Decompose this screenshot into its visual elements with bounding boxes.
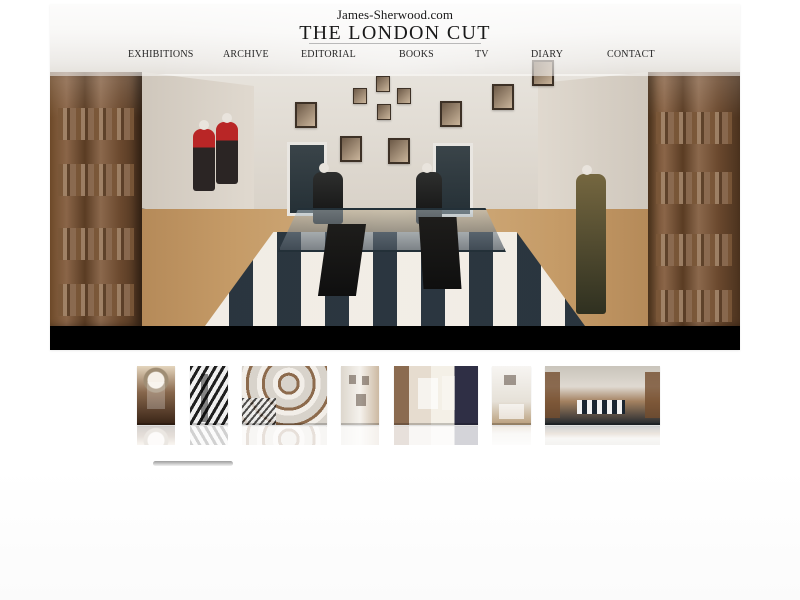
wall-frame (340, 136, 362, 162)
thumbnail-detail (201, 374, 208, 422)
book-row (58, 164, 134, 196)
book-row (58, 284, 134, 316)
thumbnail-detail (356, 394, 366, 406)
thumbnail-books-display[interactable] (394, 366, 478, 425)
thumbnail-detail (577, 400, 625, 414)
site-url: James-Sherwood.com (336, 7, 454, 22)
thumbnail-reflection (137, 426, 175, 445)
header-overlay: James-Sherwood.com THE LONDON CUT EXHIBI… (50, 4, 740, 76)
main-navigation: EXHIBITIONS ARCHIVE EDITORIAL BOOKS TV D… (50, 49, 740, 65)
thumbnail-reflection (242, 426, 327, 445)
hero-caption-bar (50, 326, 740, 350)
wall-frame-small (377, 104, 391, 120)
brand-lockup: James-Sherwood.com THE LONDON CUT (50, 7, 740, 43)
thumbnail-reflection (341, 426, 379, 445)
thumbnail-spiral-stair[interactable] (190, 366, 228, 425)
wall-frame (492, 84, 514, 110)
thumbnail-detail (147, 382, 165, 409)
book-row (58, 228, 134, 260)
wall-frame (295, 102, 317, 128)
book-row (656, 112, 732, 144)
thumbnail-detail (362, 376, 369, 385)
display-table (278, 208, 506, 252)
nav-contact[interactable]: CONTACT (607, 49, 655, 60)
book-row (656, 172, 732, 204)
thumbnail-interior[interactable] (341, 366, 379, 425)
site-title: THE LONDON CUT (299, 22, 491, 44)
nav-exhibitions[interactable]: EXHIBITIONS (128, 49, 194, 60)
thumbnail-showroom[interactable] (545, 366, 660, 425)
wall-frame (388, 138, 410, 164)
thumbnail-reflection (394, 426, 478, 445)
hero-banner: James-Sherwood.com THE LONDON CUT EXHIBI… (50, 4, 740, 350)
title-divider (309, 43, 481, 44)
thumbnail-scroll-handle[interactable] (153, 461, 233, 466)
nav-diary[interactable]: DIARY (531, 49, 563, 60)
wall-frame-small (376, 76, 390, 92)
right-bookcase (648, 72, 740, 326)
book-row (656, 290, 732, 322)
nav-editorial[interactable]: EDITORIAL (301, 49, 356, 60)
thumbnail-detail (545, 372, 560, 418)
uniform-mannequin (193, 120, 215, 191)
thumbnail-detail (645, 372, 660, 418)
thumbnail-detail (442, 376, 455, 410)
thumbnail-strip (0, 366, 800, 446)
thumbnail-detail (499, 404, 524, 419)
thumbnail-reflection (492, 426, 531, 445)
uniform-mannequin (576, 165, 606, 314)
thumbnail-detail (349, 375, 356, 384)
thumbnail-detail (504, 375, 516, 385)
thumbnail-detail (242, 398, 276, 425)
book-row (58, 108, 134, 140)
thumbnail-reflection (190, 426, 228, 445)
left-bookcase (50, 72, 142, 326)
nav-archive[interactable]: ARCHIVE (223, 49, 269, 60)
uniform-mannequin (216, 113, 238, 184)
book-row (656, 234, 732, 266)
page: James-Sherwood.com THE LONDON CUT EXHIBI… (0, 0, 800, 600)
wall-frame (440, 101, 462, 127)
thumbnail-reflection (545, 426, 660, 445)
chair (418, 217, 462, 289)
thumbnail-staircase[interactable] (137, 366, 175, 425)
thumbnail-detail (418, 378, 438, 409)
nav-books[interactable]: BOOKS (399, 49, 434, 60)
nav-tv[interactable]: TV (475, 49, 489, 60)
wall-frame-small (353, 88, 367, 104)
wall-frame-small (397, 88, 411, 104)
thumbnail-circular-gallery[interactable] (242, 366, 327, 425)
thumbnail-white-room[interactable] (492, 366, 531, 425)
